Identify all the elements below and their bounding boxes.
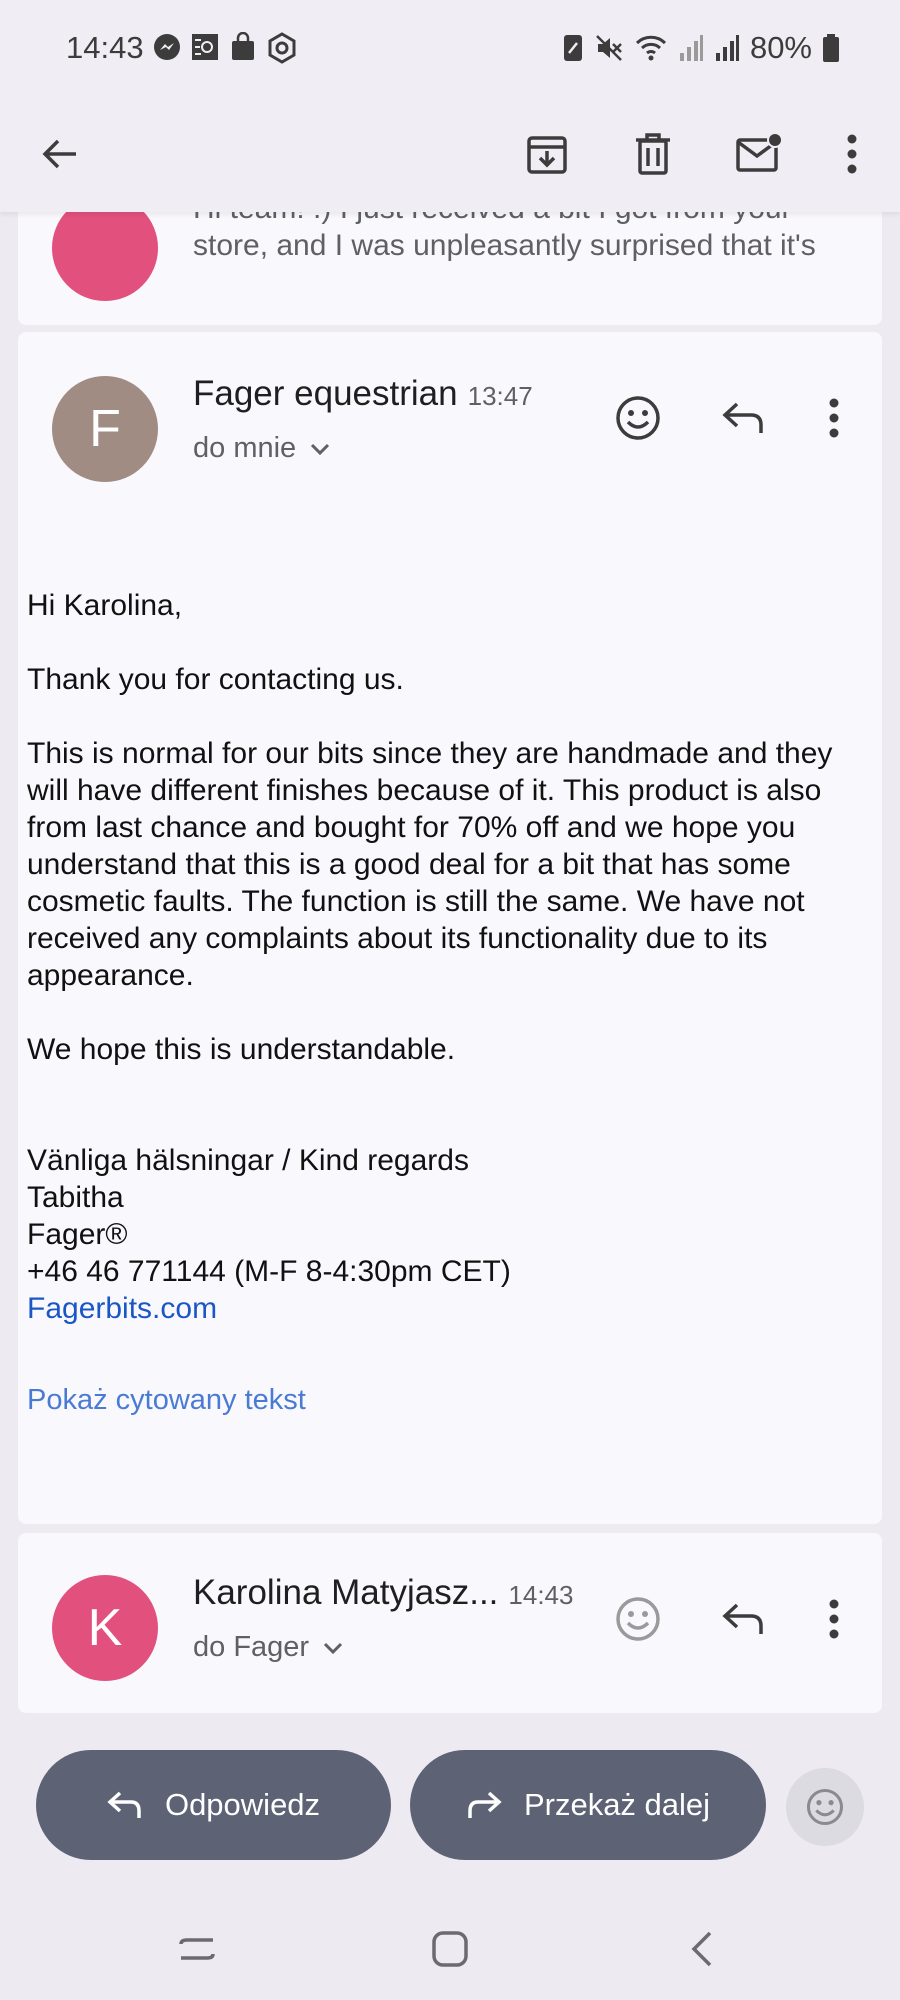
notification-icons bbox=[152, 32, 298, 64]
nfc-icon bbox=[562, 33, 584, 63]
app-icon bbox=[190, 32, 220, 64]
reply-icon bbox=[722, 1603, 763, 1634]
body-paragraph: Thank you for contacting us. bbox=[27, 663, 404, 696]
message-more-button[interactable] bbox=[804, 1589, 864, 1649]
reply-pill-button[interactable]: Odpowiedz bbox=[36, 1750, 391, 1860]
body-paragraph: We hope this is understandable. bbox=[27, 1033, 456, 1066]
home-icon bbox=[432, 1931, 468, 1967]
messenger-icon bbox=[152, 32, 182, 64]
battery-icon bbox=[822, 33, 840, 63]
status-bar: 14:43 80% bbox=[0, 0, 900, 100]
battery-percent: 80% bbox=[749, 30, 812, 65]
chevron-down-icon bbox=[311, 443, 330, 455]
archive-button[interactable] bbox=[515, 122, 579, 186]
emoji-icon bbox=[616, 396, 660, 440]
signature-company: Fager® bbox=[27, 1218, 128, 1251]
archive-icon bbox=[527, 136, 567, 174]
back-nav-button[interactable] bbox=[672, 1924, 732, 1974]
reply-label: Odpowiedz bbox=[164, 1787, 321, 1822]
mark-unread-button[interactable] bbox=[727, 122, 791, 186]
back-button[interactable] bbox=[28, 122, 92, 186]
back-nav-icon bbox=[691, 1931, 712, 1967]
more-options-button[interactable] bbox=[820, 122, 884, 186]
message-body: Hi Karolina, Thank you for contacting us… bbox=[27, 587, 877, 1327]
recents-button[interactable] bbox=[167, 1924, 227, 1974]
wifi-icon bbox=[634, 33, 668, 63]
hexagon-icon bbox=[266, 32, 298, 64]
system-nav-bar bbox=[0, 1896, 900, 2000]
show-quoted-text-link[interactable]: Pokaż cytowany tekst bbox=[27, 1384, 306, 1417]
forward-icon bbox=[468, 1791, 502, 1818]
top-toolbar bbox=[0, 100, 900, 212]
react-button[interactable] bbox=[608, 388, 668, 448]
mute-icon bbox=[594, 33, 624, 63]
avatar[interactable]: F bbox=[52, 376, 158, 482]
signature: Vänliga hälsningar / Kind regards Tabith… bbox=[27, 1142, 877, 1327]
recents-icon bbox=[179, 1938, 215, 1960]
avatar[interactable]: K bbox=[52, 1575, 158, 1681]
signal-icon bbox=[714, 33, 740, 63]
signature-regards: Vänliga hälsningar / Kind regards bbox=[27, 1144, 469, 1177]
chevron-down-icon bbox=[324, 1642, 343, 1654]
home-button[interactable] bbox=[420, 1924, 480, 1974]
reply-icon bbox=[107, 1791, 141, 1818]
system-icons: 80% bbox=[562, 30, 840, 66]
signal-icon bbox=[678, 33, 704, 63]
message-more-button[interactable] bbox=[804, 388, 864, 448]
delete-button[interactable] bbox=[621, 122, 685, 186]
body-paragraph: This is normal for our bits since they a… bbox=[27, 737, 833, 992]
next-message-card[interactable]: K Karolina Matyjasz... 14:43 do Fager bbox=[18, 1533, 882, 1713]
react-button[interactable] bbox=[608, 1589, 668, 1649]
more-vert-icon bbox=[829, 398, 839, 438]
signature-name: Tabitha bbox=[27, 1181, 124, 1214]
recipient-toggle[interactable]: do mnie bbox=[193, 432, 330, 465]
forward-pill-button[interactable]: Przekaż dalej bbox=[410, 1750, 766, 1860]
delete-icon bbox=[636, 133, 670, 175]
emoji-icon bbox=[616, 1597, 660, 1641]
back-arrow-icon bbox=[42, 139, 76, 169]
mark-unread-icon bbox=[736, 132, 783, 172]
emoji-icon bbox=[806, 1788, 844, 1826]
forward-label: Przekaż dalej bbox=[523, 1787, 711, 1822]
message-card: F Fager equestrian 13:47 do mnie Hi Karol… bbox=[18, 332, 882, 1524]
sender-row: Fager equestrian 13:47 bbox=[193, 374, 533, 414]
website-link[interactable]: Fagerbits.com bbox=[27, 1290, 877, 1327]
reply-action-bar: Odpowiedz Przekaż dalej bbox=[0, 1716, 900, 1896]
greeting: Hi Karolina, bbox=[27, 589, 183, 622]
signature-phone[interactable]: +46 46 771144 (M-F 8-4:30pm CET) bbox=[27, 1253, 877, 1290]
more-vert-icon bbox=[829, 1599, 839, 1639]
reply-icon bbox=[722, 402, 763, 433]
sender-name: Fager equestrian bbox=[193, 374, 458, 413]
reply-button[interactable] bbox=[713, 388, 773, 448]
sender-row: Karolina Matyjasz... 14:43 bbox=[193, 1573, 573, 1613]
shopping-bag-icon bbox=[228, 32, 258, 64]
recipient-toggle[interactable]: do Fager bbox=[193, 1631, 343, 1664]
status-time: 14:43 bbox=[66, 30, 144, 65]
reply-button[interactable] bbox=[713, 1589, 773, 1649]
recipient-label: do Fager bbox=[193, 1631, 310, 1663]
emoji-reaction-button[interactable] bbox=[786, 1768, 864, 1846]
message-time: 14:43 bbox=[508, 1580, 574, 1610]
more-vert-icon bbox=[847, 134, 857, 174]
message-time: 13:47 bbox=[467, 381, 533, 411]
sender-name: Karolina Matyjasz... bbox=[193, 1573, 499, 1612]
recipient-label: do mnie bbox=[193, 432, 297, 464]
